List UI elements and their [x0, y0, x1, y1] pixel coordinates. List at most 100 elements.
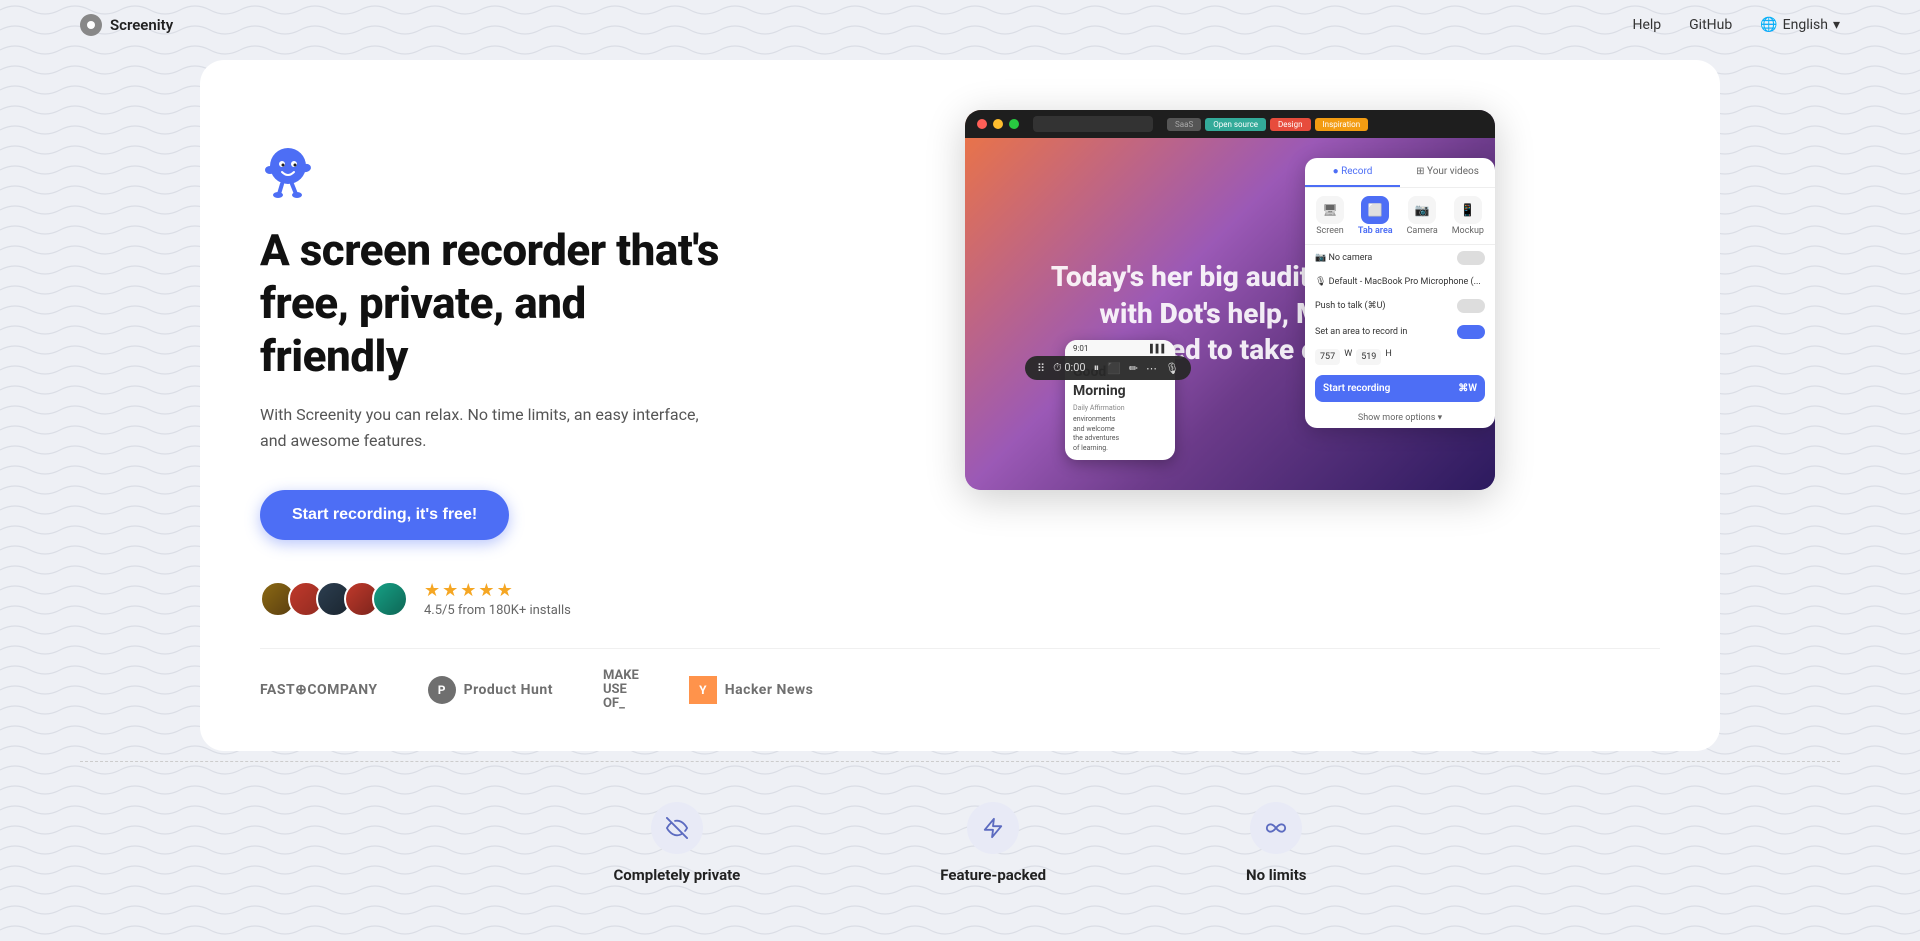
hacker-news-text: Hacker News	[725, 682, 814, 698]
feature-packed: Feature-packed	[940, 802, 1046, 884]
feature-packed-label: Feature-packed	[940, 866, 1046, 884]
pen-icon: ✏	[1129, 362, 1138, 375]
mockup-label: Mockup	[1452, 226, 1484, 236]
close-dot	[977, 119, 987, 129]
make-use-of-logo: MAKEUSEOF_	[603, 669, 639, 712]
minimize-dot	[993, 119, 1003, 129]
phone-affirmation-label: Daily Affirmation	[1073, 404, 1167, 412]
push-to-talk-label: Push to talk (⌘U)	[1315, 301, 1386, 311]
language-selector[interactable]: 🌐 English ▾	[1760, 17, 1840, 33]
screen-mode[interactable]: 🖥 Screen	[1316, 196, 1344, 236]
nav-links: Help GitHub 🌐 English ▾	[1632, 17, 1840, 33]
width-field[interactable]: 757	[1315, 349, 1340, 365]
chevron-down-icon: ▾	[1833, 17, 1840, 33]
tab-area-mode[interactable]: ⬜ Tab area	[1358, 196, 1393, 236]
mascot	[260, 140, 320, 200]
product-hunt-text: Product Hunt	[464, 682, 553, 698]
dimensions-row: 757 W 519 H	[1305, 345, 1495, 369]
record-tab[interactable]: ● Record	[1305, 158, 1400, 187]
fast-company-logo: FAST⊕COMPANY	[260, 682, 378, 698]
features-section: Completely private Feature-packed No lim…	[0, 762, 1920, 904]
set-area-row: Set an area to record in	[1305, 319, 1495, 345]
show-more-label: Show more options ▾	[1358, 413, 1442, 423]
camera-mode[interactable]: 📷 Camera	[1407, 196, 1438, 236]
mic-label: 🎙 Default - MacBook Pro Microphone (...	[1315, 277, 1481, 287]
left-section: A screen recorder that's free, private, …	[260, 110, 720, 618]
screen-label: Screen	[1316, 226, 1344, 236]
logo[interactable]: Screenity	[80, 14, 173, 36]
make-use-of-text: MAKEUSEOF_	[603, 669, 639, 712]
phone-signal: ▌▌▌	[1150, 344, 1167, 353]
help-link[interactable]: Help	[1632, 17, 1661, 33]
camera-icon: 📷	[1408, 196, 1436, 224]
mockup-icon: 📱	[1454, 196, 1482, 224]
toolbar-strip: ⠿ ⏱ 0:00 ⏸ ⬛ ✏ ⋯ 🎙	[1025, 356, 1191, 380]
toolbar-dots: ⠿	[1037, 362, 1045, 375]
product-hunt-logo: P Product Hunt	[428, 676, 553, 704]
language-label: English	[1783, 17, 1828, 33]
camera-label: Camera	[1407, 226, 1438, 236]
height-field[interactable]: 519	[1356, 349, 1381, 365]
star-2: ★	[442, 580, 458, 601]
phone-time: 9:01	[1073, 344, 1088, 353]
record-tab-label: ● Record	[1333, 166, 1373, 177]
your-videos-label: ⊞ Your videos	[1416, 166, 1479, 177]
star-4: ★	[478, 580, 494, 601]
cta-button[interactable]: Start recording, it's free!	[260, 490, 509, 540]
start-recording-button[interactable]: Start recording ⌘W	[1315, 375, 1485, 402]
mic-row: 🎙 Default - MacBook Pro Microphone (...	[1305, 271, 1495, 293]
lightning-icon	[967, 802, 1019, 854]
set-area-label: Set an area to record in	[1315, 327, 1407, 337]
mic-toolbar-icon: 🎙	[1165, 362, 1179, 375]
recording-shortcut: ⌘W	[1458, 383, 1477, 394]
url-bar	[1033, 116, 1153, 132]
more-icon: ⋯	[1146, 362, 1157, 375]
navbar: Screenity Help GitHub 🌐 English ▾	[0, 0, 1920, 50]
push-to-talk-toggle[interactable]	[1457, 299, 1485, 313]
press-section: FAST⊕COMPANY P Product Hunt MAKEUSEOF_ Y…	[260, 648, 1660, 712]
height-value: 519	[1361, 352, 1376, 362]
github-link[interactable]: GitHub	[1689, 17, 1732, 33]
push-to-talk-row: Push to talk (⌘U)	[1305, 293, 1495, 319]
logo-text: Screenity	[110, 16, 173, 34]
star-3: ★	[460, 580, 476, 601]
pause-icon: ⏸	[1094, 361, 1100, 375]
mockup-mode[interactable]: 📱 Mockup	[1452, 196, 1484, 236]
hacker-news-icon: Y	[689, 676, 717, 704]
tab-area-icon: ⬜	[1361, 196, 1389, 224]
product-hunt-icon: P	[428, 676, 456, 704]
private-label: Completely private	[613, 866, 740, 884]
start-recording-label: Start recording	[1323, 383, 1390, 394]
set-area-toggle[interactable]	[1457, 325, 1485, 339]
expand-dot	[1009, 119, 1019, 129]
hero-layout: A screen recorder that's free, private, …	[260, 110, 1660, 618]
screen-icon: 🖥	[1316, 196, 1344, 224]
eye-slash-icon	[651, 802, 703, 854]
infinity-icon	[1250, 802, 1302, 854]
globe-icon: 🌐	[1760, 17, 1777, 33]
no-limits-label: No limits	[1246, 866, 1306, 884]
star-5: ★	[497, 580, 513, 601]
fast-company-text: FAST⊕COMPANY	[260, 682, 378, 698]
rating-section: ★ ★ ★ ★ ★ 4.5/5 from 180K+ installs	[260, 580, 720, 618]
star-1: ★	[424, 580, 440, 601]
stop-icon: ⬛	[1107, 362, 1121, 375]
hacker-news-logo: Y Hacker News	[689, 676, 814, 704]
headline: A screen recorder that's free, private, …	[260, 224, 720, 382]
tab-area-label: Tab area	[1358, 226, 1393, 236]
rating-info: ★ ★ ★ ★ ★ 4.5/5 from 180K+ installs	[424, 580, 571, 618]
width-label: W	[1344, 349, 1352, 365]
right-section: SaaS Open source Design Inspiration Toda…	[800, 110, 1660, 490]
feature-no-limits: No limits	[1246, 802, 1306, 884]
browser-content: Today's her big audition, andwith Dot's …	[965, 138, 1495, 490]
subheadline: With Screenity you can relax. No time li…	[260, 402, 720, 453]
app-screenshot: SaaS Open source Design Inspiration Toda…	[965, 110, 1495, 490]
show-more-options[interactable]: Show more options ▾	[1305, 408, 1495, 428]
height-label: H	[1385, 349, 1391, 365]
camera-row: 📷 No camera	[1305, 245, 1495, 271]
your-videos-tab[interactable]: ⊞ Your videos	[1400, 158, 1495, 187]
main-card: A screen recorder that's free, private, …	[200, 60, 1720, 751]
logo-icon	[80, 14, 102, 36]
phone-affirmation-text: environmentsand welcomethe adventuresof …	[1073, 415, 1167, 454]
camera-toggle[interactable]	[1457, 251, 1485, 265]
